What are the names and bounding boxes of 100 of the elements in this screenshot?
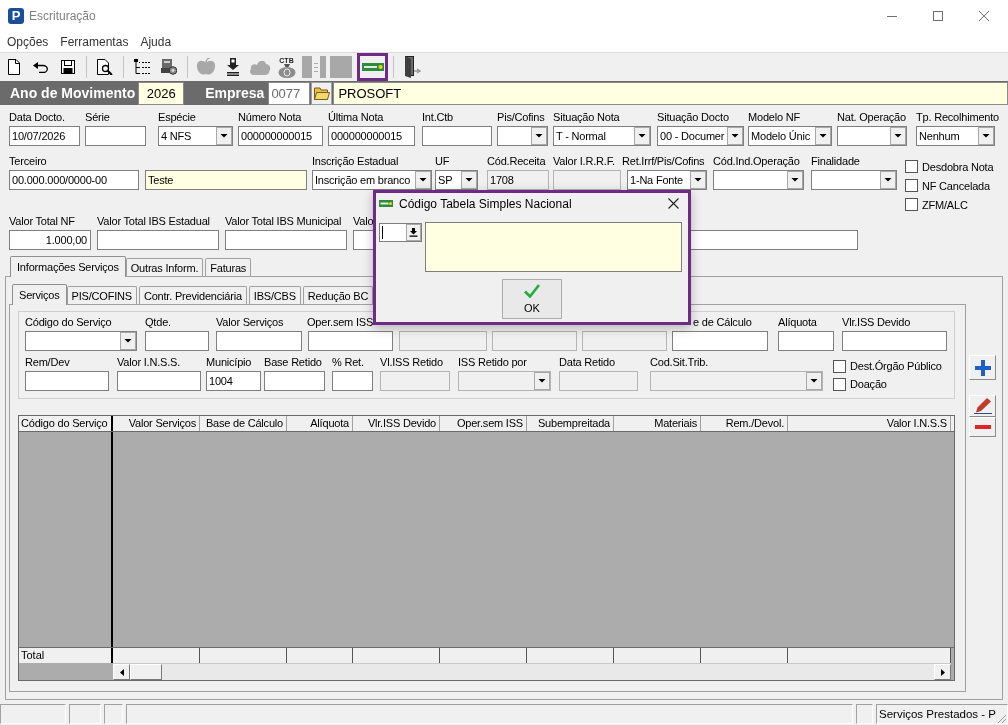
dropdown[interactable]: 1-Na Fonte — [627, 170, 707, 190]
remove-button[interactable] — [969, 417, 996, 437]
tab[interactable]: Serviços — [12, 284, 67, 305]
column-header[interactable]: Rem./Devol. — [701, 416, 788, 431]
field-label: Vlr.ISS Devido — [842, 315, 911, 330]
checkbox[interactable] — [905, 160, 918, 173]
checkbox[interactable] — [905, 179, 918, 192]
tab[interactable]: Outras Inform. — [125, 258, 204, 276]
plus-icon — [974, 359, 991, 376]
dropdown[interactable]: 00 - Documer — [657, 126, 744, 146]
input-field[interactable] — [688, 230, 858, 250]
column-header[interactable]: Código do Serviço — [19, 416, 113, 431]
input-field[interactable] — [332, 371, 373, 391]
column-header[interactable]: Valor Serviços — [113, 416, 200, 431]
field-label: Int.Ctb — [422, 110, 453, 125]
field-label: Número Nota — [238, 110, 302, 125]
field-label: Cód.Receita — [487, 154, 546, 169]
input-field[interactable] — [85, 126, 146, 146]
add-button[interactable] — [969, 355, 996, 380]
dropdown[interactable]: 4 NFS — [158, 126, 233, 146]
maximize-icon — [933, 11, 943, 21]
column-header[interactable]: Oper.sem ISS — [440, 416, 527, 431]
scroll-left-button[interactable] — [113, 664, 130, 680]
field-label: Código do Serviço — [25, 315, 112, 330]
input-field[interactable]: 000000000015 — [238, 126, 323, 146]
field-label: Valor I.R.R.F. — [553, 154, 615, 169]
minus-icon — [974, 425, 991, 429]
column-header[interactable]: Base de Cálculo — [200, 416, 287, 431]
column-header[interactable]: Vlr.ISS Devido — [353, 416, 440, 431]
tab[interactable]: Informações Serviços — [10, 256, 126, 277]
text-area[interactable] — [425, 222, 682, 272]
scrollbar-thumb[interactable] — [130, 664, 162, 680]
checkbox[interactable] — [905, 198, 918, 211]
tab[interactable]: Contr. Previdenciária — [138, 286, 247, 304]
field-label: Ret.Irrf/Pis/Cofins — [622, 154, 705, 169]
caret-icon — [531, 127, 547, 145]
column-header[interactable]: Alíquota — [287, 416, 353, 431]
field-label: Valor I.N.S.S. — [117, 355, 181, 370]
input-field[interactable]: 1004 — [206, 371, 261, 391]
field-label: Cód.Ind.Operação — [713, 154, 800, 169]
app-logo: P — [8, 8, 24, 24]
menu-item[interactable]: Ajuda — [134, 32, 178, 52]
caret-icon — [890, 127, 906, 145]
company-code-field[interactable]: 0077 — [268, 81, 311, 105]
input-field[interactable]: 00.000.000/0000-00 — [9, 170, 139, 190]
folder-button[interactable] — [311, 81, 333, 105]
year-field[interactable]: 2026 — [138, 81, 185, 105]
input-field[interactable] — [308, 331, 393, 351]
field-label: Espécie — [158, 110, 196, 125]
column-header[interactable]: Materiais — [614, 416, 701, 431]
tab[interactable]: PIS/COFINS — [66, 286, 137, 304]
horizontal-scrollbar[interactable] — [113, 663, 951, 680]
company-name-field[interactable]: PROSOFT — [333, 81, 1008, 105]
input-field[interactable] — [353, 230, 375, 250]
field-label: Tp. Recolhimento — [916, 110, 999, 125]
door-panels-icon — [301, 56, 326, 78]
edit-button[interactable] — [969, 395, 996, 417]
input-field[interactable] — [422, 126, 492, 146]
tab[interactable]: Redução BC — [302, 286, 374, 304]
checkbox[interactable] — [833, 377, 846, 391]
column-header[interactable]: Valor I.N.S.S — [788, 416, 951, 431]
ok-button[interactable]: OK — [502, 279, 562, 319]
close-icon — [667, 198, 679, 209]
dropdown[interactable]: T - Normal — [553, 126, 651, 146]
input-field[interactable] — [672, 331, 768, 351]
field-label: Série — [85, 110, 110, 125]
checkbox[interactable] — [833, 359, 846, 373]
input-field[interactable] — [216, 331, 302, 351]
input-field[interactable] — [225, 230, 347, 250]
tab[interactable]: IBS/CBS — [248, 286, 301, 304]
dropdown[interactable]: Nenhum — [916, 126, 995, 146]
input-field[interactable]: 1.000,00 — [9, 230, 91, 250]
window-title: Escrituração — [29, 9, 96, 23]
input-field[interactable] — [145, 331, 209, 351]
input-field[interactable] — [264, 371, 325, 391]
input-field[interactable] — [25, 371, 109, 391]
scroll-right-button[interactable] — [934, 664, 951, 680]
caret-icon — [120, 332, 136, 350]
checkmark-icon — [524, 284, 540, 298]
input-field[interactable]: Teste — [145, 170, 307, 190]
checkbox-label: Desdobra Nota — [922, 160, 994, 173]
tab[interactable]: Faturas — [205, 258, 252, 276]
dropdown[interactable]: Modelo Únic — [748, 126, 832, 146]
input-field[interactable]: 10/07/2026 — [9, 126, 80, 146]
column-header[interactable]: Subempreitada — [527, 416, 614, 431]
download-tray-icon — [226, 58, 239, 76]
input-field[interactable] — [842, 331, 947, 351]
input-field[interactable]: 000000000015 — [328, 126, 415, 146]
field-label: Valo — [353, 214, 374, 229]
pencil-icon — [973, 398, 992, 414]
dropdown[interactable]: Inscrição em branco — [312, 170, 432, 190]
input-field[interactable] — [97, 230, 219, 250]
input-field[interactable] — [117, 371, 201, 391]
input-field[interactable] — [778, 331, 834, 351]
resize-grip-icon[interactable] — [997, 714, 1007, 724]
dropdown[interactable] — [379, 223, 422, 242]
menu-item[interactable]: Opções — [1, 32, 55, 52]
menu-item[interactable]: Ferramentas — [54, 32, 135, 52]
status-panel — [69, 704, 101, 724]
dropdown[interactable]: SP — [435, 170, 478, 190]
